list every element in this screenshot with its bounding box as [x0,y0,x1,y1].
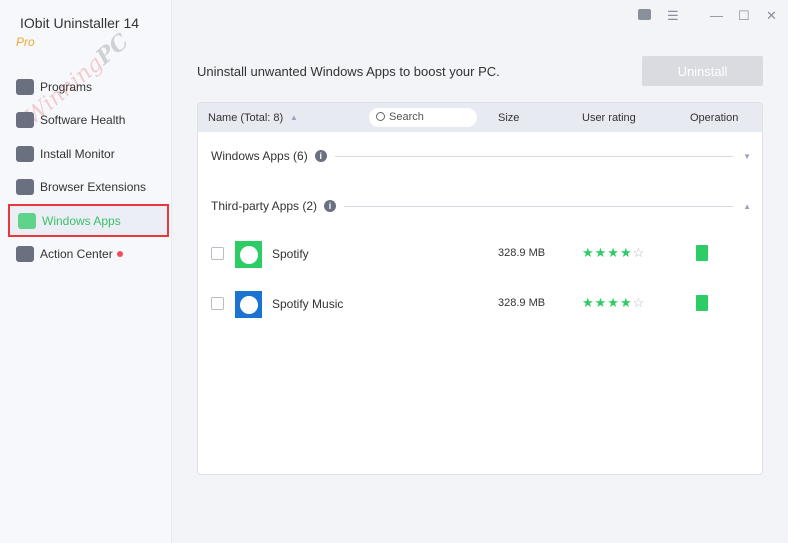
sidebar-item-browser-extensions[interactable]: Browser Extensions [8,170,169,203]
page-heading: Uninstall unwanted Windows Apps to boost… [197,64,500,79]
sidebar-item-label: Install Monitor [40,146,115,161]
sidebar-item-software-health[interactable]: Software Health [8,103,169,136]
size-column-header: Size [498,112,520,124]
group-label: Windows Apps (6) [211,149,308,163]
flag-icon [16,245,34,262]
sidebar-item-programs[interactable]: Programs [8,70,169,103]
divider [334,155,734,157]
sidebar-item-label: Browser Extensions [40,179,147,194]
row-checkbox[interactable] [211,297,224,310]
sidebar-item-install-monitor[interactable]: Install Monitor [8,137,169,170]
notification-dot [116,250,123,257]
app-size: 328.9 MB [498,297,546,309]
group-windows-apps[interactable]: Windows Apps (6) i ▼ [211,149,751,163]
menu-icon[interactable]: ☰ [667,8,679,24]
sidebar-item-label: Programs [40,79,93,94]
health-icon [16,111,34,128]
windows-apps-icon [18,212,36,229]
sort-caret-icon[interactable]: ▲ [290,113,298,122]
close-button[interactable]: ✕ [766,8,777,24]
spotify-music-icon [235,291,262,318]
sidebar-item-label: Action Center [40,246,113,261]
monitor-icon [16,145,34,162]
table-row: Spotify Music 328.9 MB ★★★★☆ [198,289,762,319]
sidebar-item-label: Windows Apps [42,213,121,228]
puzzle-icon [16,178,34,195]
name-column-header[interactable]: Name (Total: 8) [208,112,283,124]
search-icon [376,112,385,121]
trash-icon[interactable] [696,295,708,311]
apps-table: Name (Total: 8) ▲ Search Size User ratin… [197,102,763,475]
rating-stars: ★★★★☆ [582,295,646,310]
expand-caret-icon[interactable]: ▼ [743,152,751,161]
table-row: Spotify 328.9 MB ★★★★☆ [198,239,762,269]
sidebar-item-windows-apps[interactable]: Windows Apps [8,204,169,237]
minimize-button[interactable]: — [710,8,723,23]
sidebar: IObit Uninstaller 14 Pro WinningPC Progr… [0,0,172,543]
programs-icon [16,78,34,95]
group-third-party-apps[interactable]: Third-party Apps (2) i ▲ [211,199,751,213]
app-name: Spotify Music [272,297,344,311]
divider [344,205,734,207]
row-checkbox[interactable] [211,247,224,260]
sidebar-item-label: Software Health [40,112,126,127]
maximize-button[interactable]: ☐ [738,8,750,24]
rating-column-header: User rating [582,112,636,124]
collapse-caret-icon[interactable]: ▲ [743,202,751,211]
edition-badge: Pro [16,35,35,49]
app-title: IObit Uninstaller 14 [20,15,140,31]
operation-column-header: Operation [690,112,739,124]
app-size: 328.9 MB [498,247,546,259]
info-icon[interactable]: i [314,150,327,162]
uninstall-button[interactable]: Uninstall [642,56,763,86]
group-label: Third-party Apps (2) [211,199,318,213]
sidebar-item-action-center[interactable]: Action Center [8,237,169,270]
trash-icon[interactable] [696,245,708,261]
rating-stars: ★★★★☆ [582,245,646,260]
spotify-icon [235,241,262,268]
info-icon[interactable]: i [324,200,337,212]
search-input[interactable]: Search [369,108,477,127]
app-name: Spotify [272,247,309,261]
toolbox-icon[interactable] [638,9,651,20]
table-header: Name (Total: 8) ▲ Search Size User ratin… [198,103,762,132]
